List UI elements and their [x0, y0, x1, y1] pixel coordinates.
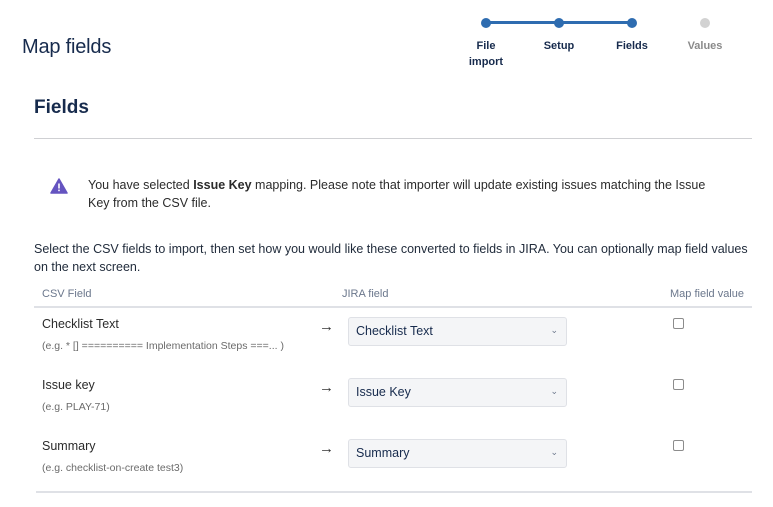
jira-field-value: Summary	[356, 446, 410, 460]
step-label-setup: Setup	[543, 40, 575, 52]
section-divider	[34, 138, 752, 139]
jira-field-value: Issue Key	[356, 385, 411, 399]
step-connector	[486, 21, 559, 24]
csv-field-example: (e.g. PLAY-71)	[42, 401, 110, 413]
step-label-file-import: File import	[468, 40, 504, 68]
map-field-value-checkbox[interactable]	[673, 440, 684, 451]
warning-triangle-icon	[50, 178, 68, 194]
csv-field-name: Summary	[42, 439, 96, 453]
step-dot-values	[700, 18, 710, 28]
csv-field-example: (e.g. * [] ========== Implementation Ste…	[42, 340, 284, 352]
map-field-value-checkbox[interactable]	[673, 318, 684, 329]
progress-stepper: File import Setup Fields Values	[446, 12, 746, 72]
map-field-value-checkbox[interactable]	[673, 379, 684, 390]
chevron-down-icon: ⌄	[550, 325, 558, 335]
warning-text: You have selected Issue Key mapping. Ple…	[88, 178, 706, 210]
step-connector	[559, 21, 632, 24]
step-dot-fields	[627, 18, 637, 28]
chevron-down-icon: ⌄	[550, 447, 558, 457]
arrow-right-icon: →	[319, 440, 334, 457]
instructions-text: Select the CSV fields to import, then se…	[34, 242, 748, 274]
csv-field-name: Checklist Text	[42, 317, 119, 331]
jira-field-value: Checklist Text	[356, 324, 433, 338]
header-jira-field: JIRA field	[342, 288, 389, 300]
warning-bold-field: Issue Key	[193, 178, 252, 192]
page-title: Map fields	[22, 36, 112, 58]
step-dot-file-import	[481, 18, 491, 28]
table-bottom-divider	[36, 491, 752, 493]
table-header: CSV Field JIRA field Map field value	[34, 286, 752, 308]
csv-field-name: Issue key	[42, 378, 95, 392]
step-dot-setup	[554, 18, 564, 28]
arrow-right-icon: →	[319, 379, 334, 396]
arrow-right-icon: →	[319, 318, 334, 335]
header-map-field-value: Map field value	[670, 288, 744, 300]
section-title: Fields	[34, 97, 89, 118]
step-label-fields: Fields	[616, 40, 648, 52]
table-row: Checklist Text (e.g. * [] ========== Imp…	[34, 309, 752, 370]
header-csv-field: CSV Field	[42, 288, 92, 300]
table-row: Issue key (e.g. PLAY-71) → Issue Key ⌄	[34, 370, 752, 431]
jira-field-select[interactable]: Issue Key ⌄	[348, 378, 567, 407]
jira-field-select[interactable]: Checklist Text ⌄	[348, 317, 567, 346]
table-row: Summary (e.g. checklist-on-create test3)…	[34, 431, 752, 492]
jira-field-select[interactable]: Summary ⌄	[348, 439, 567, 468]
step-label-values: Values	[687, 40, 723, 52]
chevron-down-icon: ⌄	[550, 386, 558, 396]
csv-field-example: (e.g. checklist-on-create test3)	[42, 462, 184, 474]
